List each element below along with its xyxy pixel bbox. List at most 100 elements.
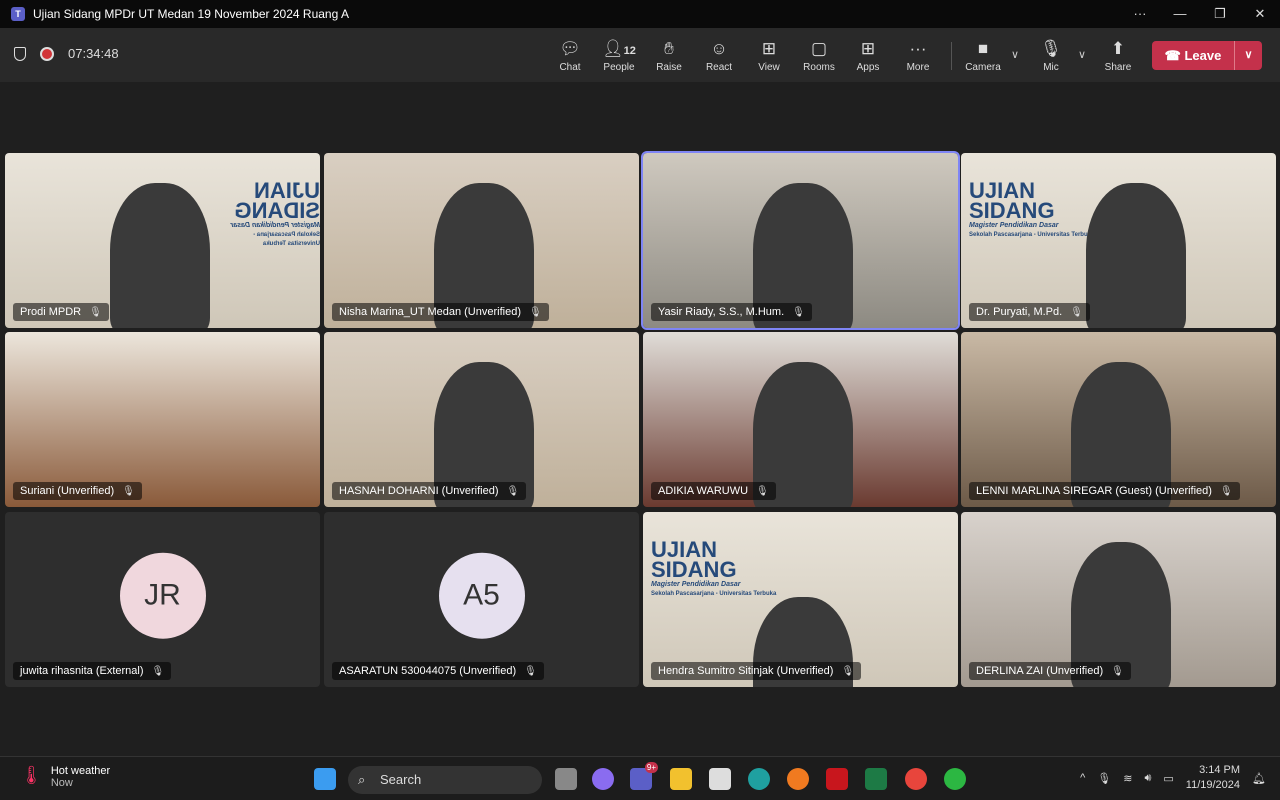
- mic-off-icon: 🎙︎: [756, 485, 769, 497]
- rooms-icon: ▢: [810, 39, 828, 58]
- apps-icon: ⊞: [860, 39, 876, 58]
- participant-tile[interactable]: Nisha Marina_UT Medan (Unverified) 🎙︎: [324, 153, 639, 328]
- chat-button[interactable]: 💬︎ Chat: [547, 38, 593, 73]
- file-explorer-icon[interactable]: [670, 768, 692, 790]
- mic-off-icon: 🎙︎: [151, 665, 165, 677]
- participant-tile[interactable]: UJIAN SIDANG Magister Pendidikan Dasar Seko…: [643, 512, 958, 687]
- mic-options-chevron-icon[interactable]: ∨: [1078, 48, 1086, 61]
- participant-name-label: Hendra Sumitro Sitinjak (Unverified) 🎙︎: [651, 662, 862, 680]
- store-icon[interactable]: [709, 768, 731, 790]
- avatar: A5: [438, 552, 525, 639]
- close-button[interactable]: ✕: [1240, 0, 1280, 28]
- clock[interactable]: 3:14 PM 11/19/2024: [1186, 763, 1240, 793]
- participant-name: DERLINA ZAI (Unverified): [976, 665, 1104, 677]
- task-view-icon[interactable]: [555, 768, 577, 790]
- banner-subtitle: Sekolah Pascasarjana - Universitas Terbu…: [253, 232, 320, 247]
- people-button[interactable]: 👤︎12 People: [596, 38, 642, 73]
- banner-subtitle: Magister Pendidikan Dasar: [230, 222, 320, 229]
- mic-button[interactable]: 🎙︎ Mic: [1028, 38, 1074, 73]
- mic-off-icon: 🎙︎: [1040, 39, 1062, 58]
- exam-banner: UJIAN SIDANG Magister Pendidikan Dasar Seko…: [651, 539, 777, 599]
- mic-off-icon: 🎙︎: [1219, 485, 1233, 497]
- start-icon[interactable]: [314, 768, 336, 790]
- volume-icon[interactable]: 🔊︎: [1144, 772, 1151, 785]
- acrobat-icon[interactable]: [826, 768, 848, 790]
- banner-subtitle: Sekolah Pascasarjana - Universitas Terbu…: [651, 591, 777, 597]
- participant-video: [1086, 183, 1186, 328]
- more-icon: ···: [909, 39, 927, 58]
- leave-options-chevron-icon[interactable]: ∨: [1234, 41, 1262, 70]
- participant-name: Nisha Marina_UT Medan (Unverified): [339, 306, 521, 318]
- leave-button[interactable]: ☎ Leave ∨: [1152, 41, 1262, 70]
- share-button[interactable]: ⬆ Share: [1095, 38, 1141, 73]
- weather-widget[interactable]: 🌡︎ Hot weather Now: [20, 765, 110, 789]
- firefox-icon[interactable]: [787, 768, 809, 790]
- participant-name-label: ASARATUN 530044075 (Unverified) 🎙︎: [332, 662, 544, 680]
- react-button[interactable]: ☺ React: [696, 38, 742, 73]
- rooms-button[interactable]: ▢ Rooms: [796, 38, 842, 73]
- restore-button[interactable]: ❐: [1200, 0, 1240, 28]
- participant-name: Dr. Puryati, M.Pd.: [976, 306, 1063, 318]
- participant-video: [110, 183, 210, 328]
- participant-name-label: Nisha Marina_UT Medan (Unverified) 🎙︎: [332, 303, 549, 321]
- divider: [951, 42, 952, 70]
- grid-icon: ⊞: [761, 39, 777, 58]
- participant-name: HASNAH DOHARNI (Unverified): [339, 485, 499, 497]
- chevron-up-icon[interactable]: ^: [1080, 772, 1085, 784]
- meeting-timer: 07:34:48: [68, 46, 119, 61]
- window-title: Ujian Sidang MPDr UT Medan 19 November 2…: [33, 7, 349, 21]
- taskbar: 🌡︎ Hot weather Now ⌕ Search 9+ ^ 🎙︎ ≋ 🔊︎ ▭…: [0, 756, 1280, 800]
- exam-banner: UJIAN SIDANG Magister Pendidikan Dasar Seko…: [969, 180, 1095, 240]
- minimize-button[interactable]: —: [1160, 0, 1200, 28]
- mic-off-icon: 🎙︎: [89, 306, 102, 318]
- hand-icon: ✋︎: [664, 39, 674, 58]
- participant-tile[interactable]: UJIAN SIDANG Magister Pendidikan Dasar Seko…: [961, 153, 1276, 328]
- excel-icon[interactable]: [865, 768, 887, 790]
- participant-tile[interactable]: HASNAH DOHARNI (Unverified) 🎙︎: [324, 332, 639, 507]
- participant-name-label: ADIKIA WARUWU 🎙︎: [651, 482, 776, 500]
- copilot-icon[interactable]: [592, 768, 614, 790]
- participant-tile[interactable]: JR juwita rihasnita (External) 🎙︎: [5, 512, 320, 687]
- recording-icon: [40, 46, 54, 61]
- banner-subtitle: Sekolah Pascasarjana - Universitas Terbu…: [969, 232, 1095, 238]
- participant-name-label: Dr. Puryati, M.Pd. 🎙︎: [969, 303, 1090, 321]
- whatsapp-icon[interactable]: [944, 768, 966, 790]
- participant-tile[interactable]: DERLINA ZAI (Unverified) 🎙︎: [961, 512, 1276, 687]
- phone-icon: ☎: [1164, 47, 1185, 63]
- banner-subtitle: Magister Pendidikan Dasar: [969, 222, 1059, 229]
- participant-name: Hendra Sumitro Sitinjak (Unverified): [658, 665, 834, 677]
- teams-icon[interactable]: 9+: [630, 762, 658, 790]
- banner-subtitle: Magister Pendidikan Dasar: [651, 581, 741, 588]
- apps-button[interactable]: ⊞ Apps: [845, 38, 891, 73]
- camera-button[interactable]: ■ Camera: [960, 38, 1006, 73]
- participant-tile[interactable]: ADIKIA WARUWU 🎙︎: [643, 332, 958, 507]
- wifi-icon[interactable]: ≋: [1123, 772, 1132, 785]
- participant-tile[interactable]: Yasir Riady, S.S., M.Hum. 🎙︎: [641, 151, 960, 330]
- participant-tile[interactable]: LENNI MARLINA SIREGAR (Guest) (Unverifie…: [961, 332, 1276, 507]
- taskbar-search[interactable]: ⌕ Search: [348, 766, 542, 794]
- participant-name: LENNI MARLINA SIREGAR (Guest) (Unverifie…: [976, 485, 1212, 497]
- mic-off-icon[interactable]: 🎙︎: [1097, 772, 1111, 785]
- mic-off-icon: 🎙︎: [524, 665, 537, 677]
- mic-off-icon: 🎙︎: [792, 306, 805, 318]
- view-button[interactable]: ⊞ View: [746, 38, 792, 73]
- participant-tile[interactable]: UJIAN SIDANG Magister Pendidikan Dasar Seko…: [5, 153, 320, 328]
- teams-logo-icon: T: [11, 7, 25, 21]
- notification-bell-icon[interactable]: 🔔︎: [1252, 772, 1266, 785]
- thermometer-icon: 🌡︎: [20, 765, 43, 785]
- edge-icon[interactable]: [748, 768, 770, 790]
- more-options-button[interactable]: ···: [1120, 0, 1160, 28]
- chat-icon: 💬︎: [559, 39, 581, 58]
- battery-icon[interactable]: ▭: [1163, 772, 1173, 785]
- camera-options-chevron-icon[interactable]: ∨: [1011, 48, 1019, 61]
- chrome-icon[interactable]: [905, 768, 927, 790]
- raise-button[interactable]: ✋︎ Raise: [646, 38, 692, 73]
- people-icon: 👤︎12: [602, 39, 636, 58]
- participant-tile[interactable]: A5 ASARATUN 530044075 (Unverified) 🎙︎: [324, 512, 639, 687]
- participant-name: ASARATUN 530044075 (Unverified): [339, 665, 517, 677]
- banner-title: SIDANG: [234, 198, 320, 223]
- participant-name: juwita rihasnita (External): [20, 665, 144, 677]
- participant-name-label: HASNAH DOHARNI (Unverified) 🎙︎: [332, 482, 527, 500]
- participant-tile[interactable]: Suriani (Unverified) 🎙︎: [5, 332, 320, 507]
- more-button[interactable]: ··· More: [895, 38, 941, 73]
